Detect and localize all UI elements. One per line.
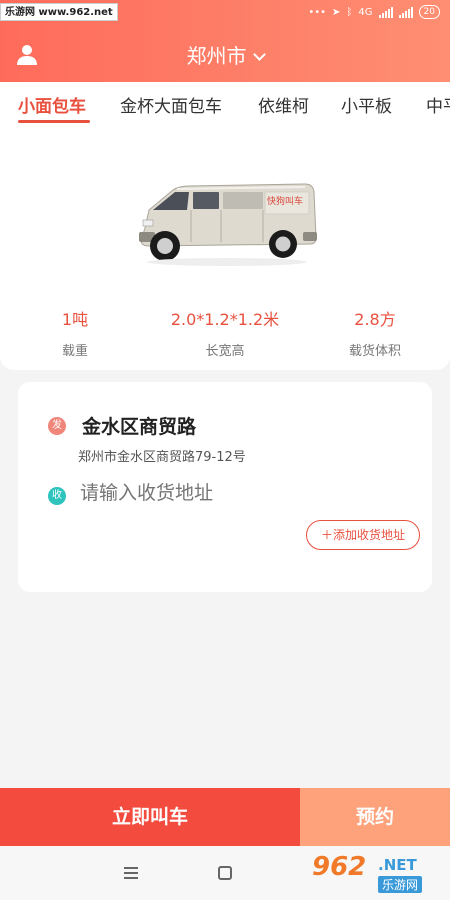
bottom-actions: 立即叫车 预约 xyxy=(0,788,450,846)
city-name: 郑州市 xyxy=(186,44,247,68)
menu-icon[interactable] xyxy=(124,867,138,882)
signal-icon-2 xyxy=(398,6,413,18)
watermark-cn: 乐游网 xyxy=(378,876,423,893)
vehicle-tabs: 小面包车 金杯大面包车 依维柯 小平板 中平 xyxy=(0,82,450,124)
address-card: 发 金水区商贸路 郑州市金水区商贸路79-12号 收 ＋添加收货地址 xyxy=(18,382,432,592)
chevron-down-icon xyxy=(252,48,266,61)
spec-volume-value: 2.8方 xyxy=(354,310,396,329)
spec-load-label: 载重 xyxy=(61,344,88,359)
spec-load-value: 1吨 xyxy=(61,310,89,329)
watermark-net: .NET xyxy=(378,856,417,874)
tab-medium-flatbed[interactable]: 中平 xyxy=(426,92,450,117)
active-tab-indicator xyxy=(18,120,90,123)
system-nav-bar: 962 .NET 乐游网 xyxy=(0,846,450,900)
network-type: 4G xyxy=(358,6,373,18)
app-header: 乐游网 www.962.net ••• ➤ ᛒ 4G 20 郑州市 xyxy=(0,0,450,82)
status-bar: 乐游网 www.962.net ••• ➤ ᛒ 4G 20 xyxy=(0,0,450,26)
spec-volume: 2.8方 载货体积 xyxy=(300,306,450,359)
tab-jinbei-van[interactable]: 金杯大面包车 xyxy=(120,92,222,117)
reserve-button[interactable]: 预约 xyxy=(300,788,450,846)
watermark-num: 962 xyxy=(312,852,367,882)
more-dots-icon: ••• xyxy=(308,6,327,18)
site-watermark: 962 .NET 乐游网 xyxy=(312,852,442,896)
spec-dimensions: 2.0*1.2*1.2米 长宽高 xyxy=(150,306,300,359)
call-now-button[interactable]: 立即叫车 xyxy=(0,788,300,846)
send-badge: 发 xyxy=(48,417,66,435)
status-icons: ••• ➤ ᛒ 4G 20 xyxy=(308,5,440,19)
city-selector[interactable]: 郑州市 xyxy=(0,40,450,69)
location-icon: ➤ xyxy=(332,6,341,18)
tab-small-flatbed[interactable]: 小平板 xyxy=(341,92,392,117)
battery-icon: 20 xyxy=(418,5,440,19)
spec-volume-label: 载货体积 xyxy=(348,344,401,359)
receive-badge: 收 xyxy=(48,487,66,505)
home-icon[interactable] xyxy=(218,866,232,880)
svg-text:快狗叫车: 快狗叫车 xyxy=(267,195,303,207)
spec-dimensions-value: 2.0*1.2*1.2米 xyxy=(170,310,280,329)
tab-iveco[interactable]: 依维柯 xyxy=(258,92,309,117)
bluetooth-icon: ᛒ xyxy=(346,6,353,18)
send-address-detail[interactable]: 郑州市金水区商贸路79-12号 xyxy=(78,446,246,465)
add-receive-address-button[interactable]: ＋添加收货地址 xyxy=(305,520,420,550)
send-address-title[interactable]: 金水区商贸路 xyxy=(82,412,196,439)
signal-icon xyxy=(378,6,393,18)
spec-load: 1吨 载重 xyxy=(0,306,150,359)
watermark-label: 乐游网 www.962.net xyxy=(0,3,118,21)
vehicle-card: 快狗叫车 1吨 载重 2.0*1.2*1.2米 长宽高 2.8方 载货体积 xyxy=(0,124,450,370)
tab-small-van[interactable]: 小面包车 xyxy=(18,92,86,117)
spec-dimensions-label: 长宽高 xyxy=(205,344,245,359)
receive-address-input[interactable] xyxy=(80,482,380,504)
van-image: 快狗叫车 xyxy=(139,183,317,266)
